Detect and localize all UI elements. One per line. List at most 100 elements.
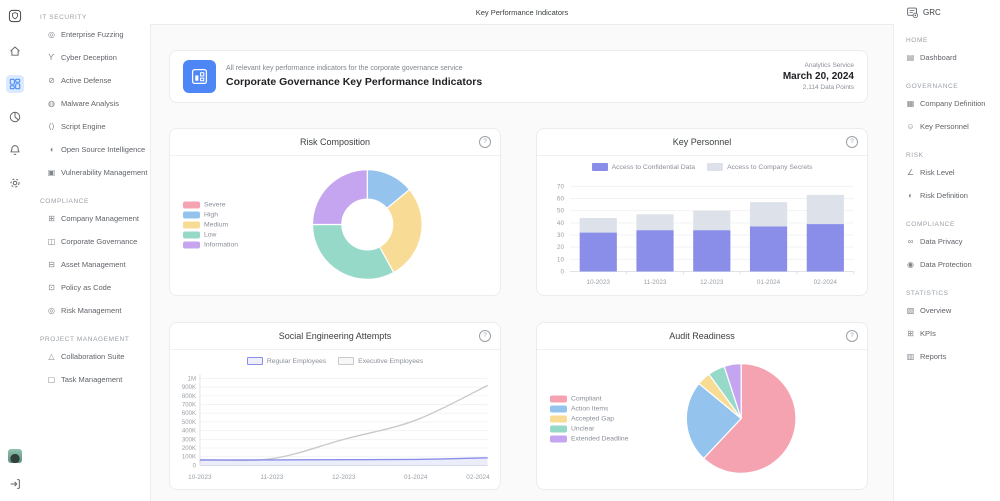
pie-chart-icon[interactable]: [6, 108, 24, 126]
nav-item-reports[interactable]: ▥Reports: [893, 345, 1000, 368]
menu-item-cyber-deception[interactable]: ϒCyber Deception: [30, 46, 151, 69]
nav-section-header: HOME: [906, 37, 1000, 44]
nav-section-header: GOVERNANCE: [906, 83, 1000, 90]
nav-item-key-personnel[interactable]: ☺ Key Personnel: [893, 115, 1000, 138]
nav-section-header: COMPLIANCE: [906, 221, 1000, 228]
menu-item-asset-management[interactable]: ⊟Asset Management: [30, 253, 151, 276]
item-label: Data Protection: [920, 260, 972, 269]
header-card-title: Corporate Governance Key Performance Ind…: [226, 76, 482, 88]
svg-text:300K: 300K: [182, 437, 196, 443]
menu-item-risk-management[interactable]: ◎Risk Management: [30, 299, 151, 322]
svg-text:10-2023: 10-2023: [587, 279, 611, 286]
help-icon[interactable]: ?: [479, 136, 491, 148]
dashboard-grid-icon[interactable]: [6, 75, 24, 93]
legend-item: High: [183, 212, 238, 219]
settings-icon[interactable]: [6, 174, 24, 192]
brand: GRC: [893, 0, 1000, 23]
glasses-icon: ∞: [906, 237, 915, 246]
menu-item-collaboration-suite[interactable]: △Collaboration Suite: [30, 345, 151, 368]
kpi-header-card: All relevant key performance indicators …: [169, 50, 868, 103]
card-title: Key Personnel: [673, 137, 732, 147]
menu-item-script-engine[interactable]: ⟨⟩Script Engine: [30, 115, 151, 138]
item-label: Enterprise Fuzzing: [61, 30, 124, 39]
item-label: Policy as Code: [61, 283, 111, 292]
eye-icon: ◉: [906, 260, 915, 269]
legend-item: Access to Company Secrets: [707, 163, 812, 171]
key-personnel-chart: Access to Confidential DataAccess to Com…: [537, 156, 867, 294]
governance-icon: ◫: [47, 237, 56, 246]
menu-item-malware-analysis[interactable]: ◍Malware Analysis: [30, 92, 151, 115]
legend-label: Access to Company Secrets: [727, 164, 812, 171]
header-card-subtitle: All relevant key performance indicators …: [226, 65, 482, 72]
nav-item-data-protection[interactable]: ◉ Data Protection: [893, 253, 1000, 276]
svg-text:0: 0: [560, 268, 564, 275]
person-icon: ☺: [906, 122, 915, 131]
nav-item-risk-level[interactable]: ∠Risk Level: [893, 161, 1000, 184]
svg-text:800K: 800K: [182, 394, 196, 400]
help-icon[interactable]: ?: [846, 136, 858, 148]
legend-item: Compliant: [550, 396, 628, 403]
key-personnel-card: Key Personnel ? Access to Confidential D…: [536, 128, 868, 296]
menu-item-policy-as-code[interactable]: ⊡Policy as Code: [30, 276, 151, 299]
nav-item-dashboard[interactable]: ▤Dashboard: [893, 46, 1000, 69]
legend-label: Action Items: [571, 406, 608, 413]
chart-legend: Regular EmployeesExecutive Employees: [170, 357, 500, 365]
topbar: Key Performance Indicators: [151, 0, 893, 25]
report-date: March 20, 2024: [783, 71, 854, 82]
menu-section-header: COMPLIANCE: [40, 198, 151, 205]
help-icon[interactable]: ?: [846, 330, 858, 342]
nav-item-data-privacy[interactable]: ∞Data Privacy: [893, 230, 1000, 253]
menu-item-enterprise-fuzzing[interactable]: ◎Enterprise Fuzzing: [30, 23, 151, 46]
risk-composition-card: Risk Composition ? SevereHighMediumLowIn…: [169, 128, 501, 296]
icon-rail: [0, 0, 30, 501]
help-icon[interactable]: ?: [479, 330, 491, 342]
avatar[interactable]: [8, 449, 22, 463]
building-icon: ▦: [906, 99, 915, 108]
menu-item-vulnerability-management[interactable]: ▣Vulnerability Management: [30, 161, 151, 184]
svg-text:02-2024: 02-2024: [466, 474, 490, 481]
logout-icon[interactable]: [6, 475, 24, 493]
legend-label: Information: [204, 242, 238, 249]
svg-text:30: 30: [557, 232, 565, 239]
header-card-text: All relevant key performance indicators …: [226, 65, 482, 88]
nav-item-overview[interactable]: ▧Overview: [893, 299, 1000, 322]
main-column: Key Performance Indicators All relevant …: [151, 0, 893, 501]
overview-icon: ▧: [906, 306, 915, 315]
brand-name: GRC: [923, 8, 941, 17]
dashboard-icon: ▤: [906, 53, 915, 62]
menu-item-corporate-governance[interactable]: ◫Corporate Governance: [30, 230, 151, 253]
card-title: Risk Composition: [300, 137, 370, 147]
legend-label: Medium: [204, 222, 228, 229]
legend-item: Unclear: [550, 426, 628, 433]
grc-logo-icon: [906, 6, 919, 19]
item-label: Company Definition: [920, 99, 985, 108]
menu-item-company-management[interactable]: ⊞Company Management: [30, 207, 151, 230]
svg-text:01-2024: 01-2024: [404, 474, 428, 481]
item-label: Open Source Intelligence: [61, 145, 145, 154]
nav-section-header: RISK: [906, 152, 1000, 159]
nav-item-company-definition[interactable]: ▦ Company Definition: [893, 92, 1000, 115]
menu-item-task-management[interactable]: ▢Task Management: [30, 368, 151, 391]
notifications-icon[interactable]: [6, 141, 24, 159]
magnifier-icon: ◖: [47, 145, 56, 154]
svg-text:12-2023: 12-2023: [332, 474, 356, 481]
svg-text:500K: 500K: [182, 420, 196, 426]
item-label: KPIs: [920, 329, 936, 338]
legend-item: Action Items: [550, 406, 628, 413]
patch-icon: ▣: [47, 168, 56, 177]
item-label: Cyber Deception: [61, 53, 117, 62]
nav-item-risk-definition[interactable]: ◐Risk Definition: [893, 184, 1000, 207]
item-label: Task Management: [61, 375, 122, 384]
menu-item-active-defense[interactable]: ⊘Active Defense: [30, 69, 151, 92]
home-icon[interactable]: [6, 42, 24, 60]
item-label: Key Personnel: [920, 122, 969, 131]
menu-item-open-source-intelligence[interactable]: ◖ Open Source Intelligence: [30, 138, 151, 161]
toggle-icon: ◐: [906, 191, 915, 200]
svg-text:11-2023: 11-2023: [644, 279, 667, 286]
legend-label: Severe: [204, 202, 226, 209]
social-engineering-chart: Regular EmployeesExecutive Employees0100…: [170, 350, 500, 488]
nav-item-kpis[interactable]: ⊞KPIs: [893, 322, 1000, 345]
item-label: Malware Analysis: [61, 99, 119, 108]
svg-text:70: 70: [557, 183, 565, 190]
legend-label: Accepted Gap: [571, 416, 614, 423]
